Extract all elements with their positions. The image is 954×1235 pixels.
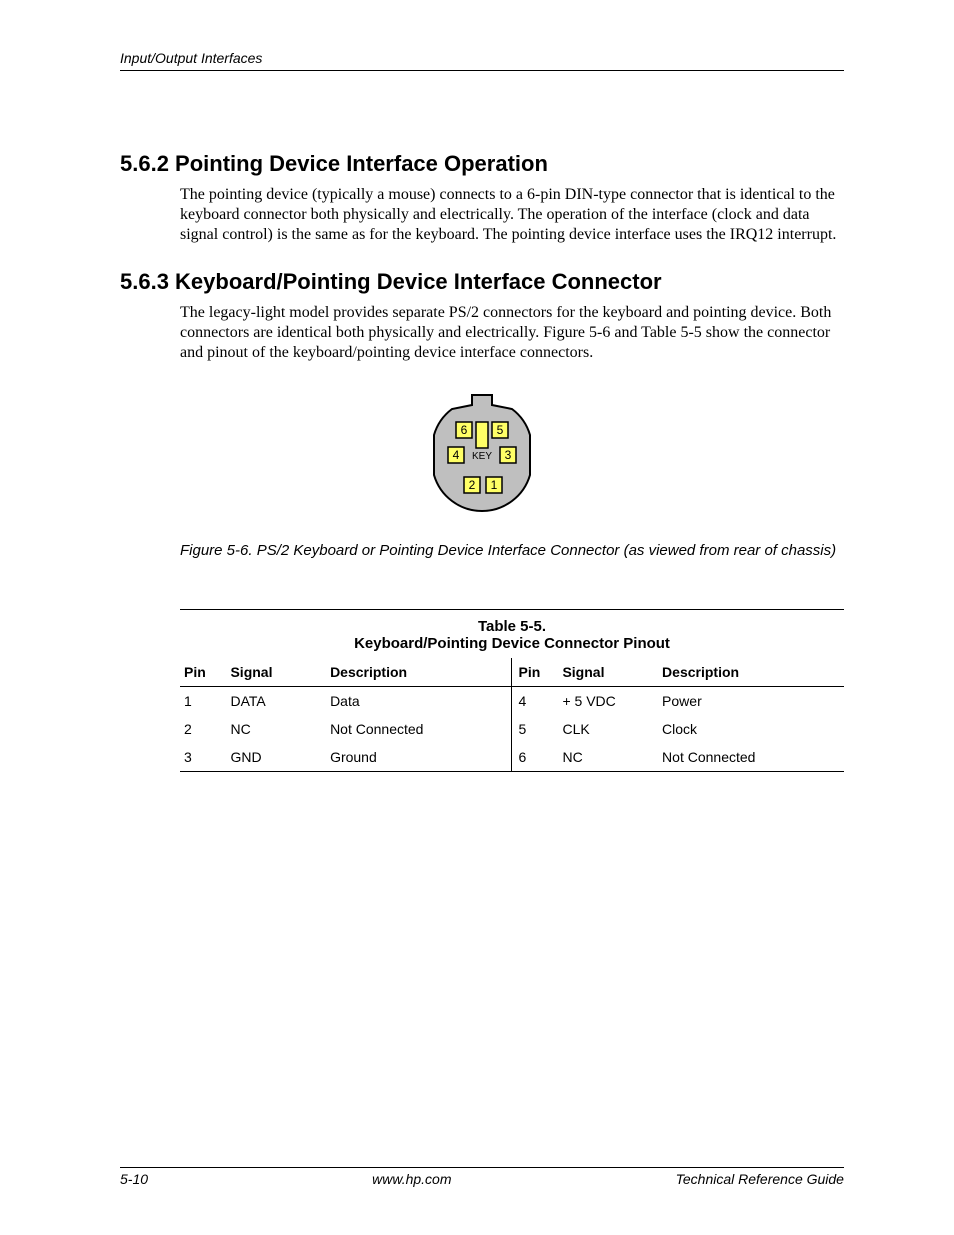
cell-desc: Data [326,687,512,716]
cell-desc: Power [658,687,844,716]
page-footer: 5-10 www.hp.com Technical Reference Guid… [120,1167,844,1187]
table-header-row: Pin Signal Description Pin Signal Descri… [180,658,844,687]
footer-url: www.hp.com [372,1171,451,1187]
th-desc-left: Description [326,658,512,687]
cell-signal: CLK [558,715,658,743]
page: Input/Output Interfaces 5.6.2 Pointing D… [0,0,954,1235]
section-body-562: The pointing device (typically a mouse) … [180,185,844,245]
pin-label-3: 3 [505,448,512,462]
section-heading-563: 5.6.3 Keyboard/Pointing Device Interface… [120,269,844,295]
pin-label-1: 1 [491,478,498,492]
cell-signal: + 5 VDC [558,687,658,716]
pin-label-4: 4 [453,448,460,462]
footer-page-number: 5-10 [120,1171,148,1187]
figure-connector: 6 5 4 KEY 3 2 1 [120,387,844,522]
pin-label-6: 6 [461,423,468,437]
table-row: 3 GND Ground 6 NC Not Connected [180,743,844,772]
pinout-table-wrap: Table 5-5. Keyboard/Pointing Device Conn… [180,609,844,772]
cell-signal: NC [558,743,658,772]
section-heading-562: 5.6.2 Pointing Device Interface Operatio… [120,151,844,177]
cell-pin: 4 [512,687,558,716]
th-signal-left: Signal [226,658,326,687]
cell-desc: Clock [658,715,844,743]
section-body-563: The legacy-light model provides separate… [180,303,844,363]
pin-label-2: 2 [469,478,476,492]
ps2-connector-icon: 6 5 4 KEY 3 2 1 [422,387,542,517]
table-row: 2 NC Not Connected 5 CLK Clock [180,715,844,743]
cell-pin: 5 [512,715,558,743]
cell-signal: DATA [226,687,326,716]
table-title-line2: Keyboard/Pointing Device Connector Pinou… [180,635,844,652]
cell-desc: Not Connected [658,743,844,772]
key-label: KEY [472,451,492,462]
footer-doc-title: Technical Reference Guide [676,1171,844,1187]
table-title: Table 5-5. Keyboard/Pointing Device Conn… [180,609,844,652]
cell-signal: NC [226,715,326,743]
cell-desc: Not Connected [326,715,512,743]
cell-pin: 6 [512,743,558,772]
cell-pin: 1 [180,687,226,716]
figure-caption: Figure 5-6. PS/2 Keyboard or Pointing De… [180,542,844,559]
th-signal-right: Signal [558,658,658,687]
th-desc-right: Description [658,658,844,687]
pinout-table: Pin Signal Description Pin Signal Descri… [180,658,844,772]
cell-pin: 3 [180,743,226,772]
pin-label-5: 5 [497,423,504,437]
cell-desc: Ground [326,743,512,772]
th-pin-right: Pin [512,658,558,687]
running-header: Input/Output Interfaces [120,50,844,71]
table-title-line1: Table 5-5. [180,618,844,635]
cell-signal: GND [226,743,326,772]
th-pin-left: Pin [180,658,226,687]
table-row: 1 DATA Data 4 + 5 VDC Power [180,687,844,716]
cell-pin: 2 [180,715,226,743]
